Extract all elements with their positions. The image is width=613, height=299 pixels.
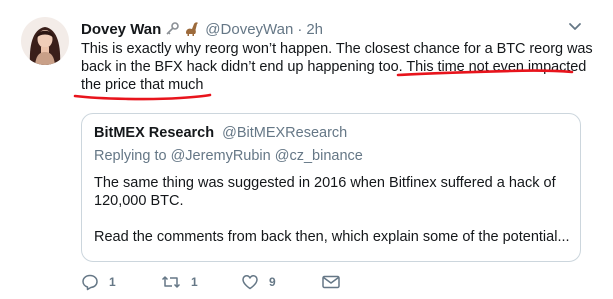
quoted-tweet-text: The same thing was suggested in 2016 whe… bbox=[94, 174, 570, 246]
quoted-text-line: 120,000 BTC. bbox=[94, 193, 184, 209]
avatar[interactable] bbox=[21, 17, 69, 65]
like-button[interactable]: 9 bbox=[241, 273, 321, 291]
like-count: 9 bbox=[269, 275, 276, 289]
tweet-text: This is exactly why reorg won’t happen. … bbox=[81, 40, 593, 94]
action-bar: 1 1 9 bbox=[81, 273, 401, 291]
retweet-button[interactable]: 1 bbox=[161, 273, 241, 291]
chevron-down-icon[interactable] bbox=[566, 20, 584, 34]
handle[interactable]: @DoveyWan bbox=[205, 21, 293, 38]
reply-button[interactable]: 1 bbox=[81, 273, 161, 291]
quoted-tweet[interactable]: BitMEX Research @BitMEXResearch Replying… bbox=[81, 113, 581, 262]
display-name[interactable]: Dovey Wan bbox=[81, 21, 161, 38]
tweet-text-line: This is exactly why reorg won’t happen. … bbox=[81, 41, 593, 57]
sauropod-emoji bbox=[183, 21, 201, 37]
tweet-text-line: back in the BFX hack didn’t end up happe… bbox=[81, 59, 587, 75]
tweet-header: Dovey Wan @DoveyWan · 2h bbox=[81, 19, 323, 39]
tweet-text-line: the price that much bbox=[81, 77, 204, 93]
timestamp[interactable]: 2h bbox=[306, 21, 323, 38]
reply-count: 1 bbox=[109, 275, 116, 289]
quoted-tweet-header: BitMEX Research @BitMEXResearch bbox=[94, 125, 347, 141]
quoted-display-name: BitMEX Research bbox=[94, 125, 215, 141]
quoted-text-line: Read the comments from back then, which … bbox=[94, 229, 570, 245]
avatar-image bbox=[21, 17, 69, 65]
quoted-text-line: The same thing was suggested in 2016 whe… bbox=[94, 175, 556, 191]
replying-to: Replying to @JeremyRubin @cz_binance bbox=[94, 148, 363, 164]
heart-icon bbox=[242, 275, 258, 290]
mention-link[interactable]: @JeremyRubin bbox=[171, 148, 271, 164]
reply-icon bbox=[82, 274, 98, 291]
retweet-count: 1 bbox=[191, 275, 198, 289]
replying-to-prefix: Replying to bbox=[94, 148, 167, 164]
mention-link[interactable]: @cz_binance bbox=[275, 148, 363, 164]
direct-message-button[interactable] bbox=[321, 273, 401, 291]
retweet-icon bbox=[161, 276, 181, 288]
envelope-icon bbox=[322, 275, 340, 289]
tweet-card[interactable]: Dovey Wan @DoveyWan · 2h This is exactly… bbox=[0, 0, 613, 299]
key-emoji bbox=[165, 22, 180, 36]
separator-dot: · bbox=[297, 20, 303, 38]
quoted-handle: @BitMEXResearch bbox=[222, 125, 348, 141]
